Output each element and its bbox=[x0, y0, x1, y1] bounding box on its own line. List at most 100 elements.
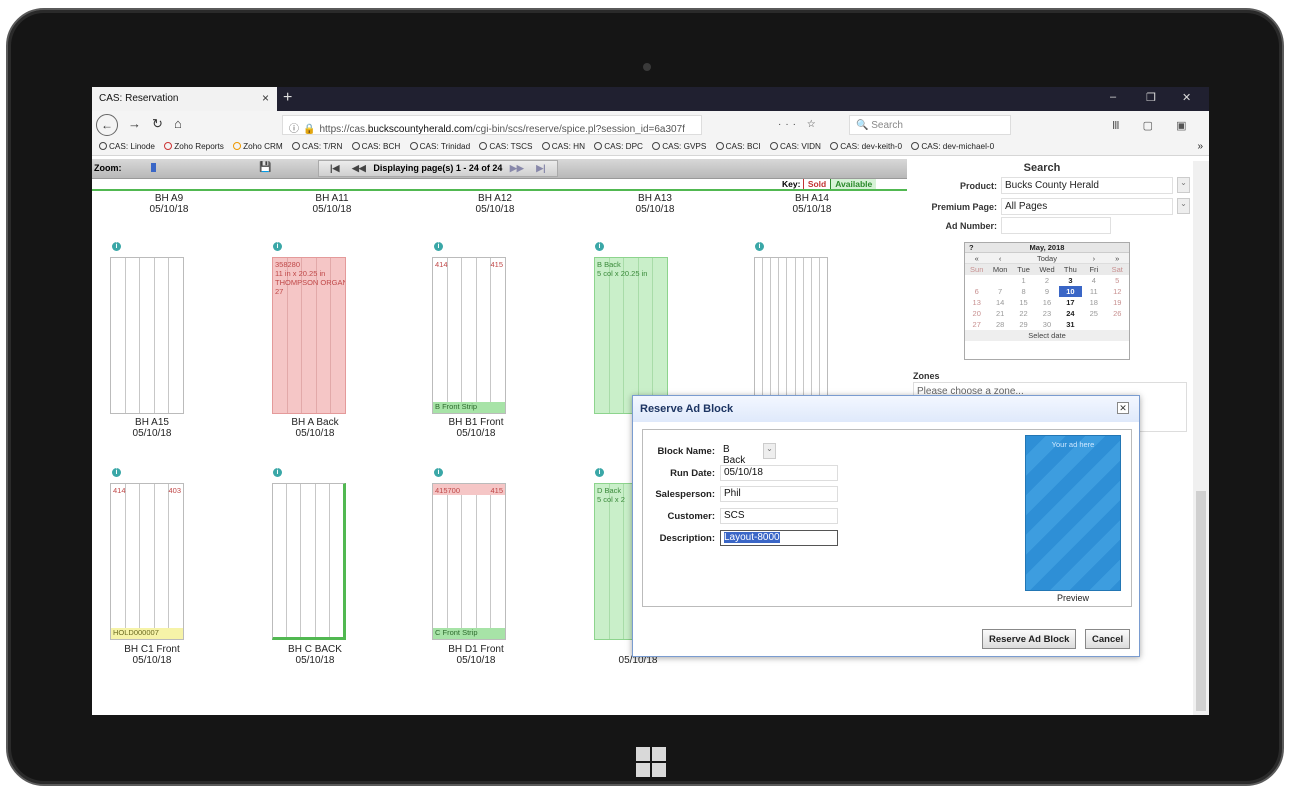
bookmark-item[interactable]: CAS: Trinidad bbox=[409, 142, 470, 151]
calendar-day[interactable]: 28 bbox=[988, 319, 1011, 330]
info-icon[interactable]: i bbox=[595, 468, 604, 477]
bookmark-item[interactable]: CAS: dev-keith-0 bbox=[830, 142, 902, 151]
calendar-day[interactable]: 24 bbox=[1059, 308, 1082, 319]
back-icon[interactable]: ← bbox=[96, 114, 118, 136]
salesperson-input[interactable]: Phil bbox=[720, 486, 838, 502]
page-thumbnail[interactable]: 415700 415 C Front Strip bbox=[432, 483, 506, 640]
bookmarks-overflow-icon[interactable]: » bbox=[1197, 141, 1203, 152]
home-icon[interactable]: ⌂ bbox=[174, 116, 182, 131]
calendar-day[interactable]: 11 bbox=[1082, 286, 1105, 297]
calendar-day[interactable]: 20 bbox=[965, 308, 988, 319]
customer-input[interactable]: SCS bbox=[720, 508, 838, 524]
next-page-button[interactable]: ▶▶ bbox=[510, 163, 524, 174]
reserve-ad-block-button[interactable]: Reserve Ad Block bbox=[982, 629, 1077, 649]
bookmark-item[interactable]: Zoho Reports bbox=[164, 142, 224, 151]
calendar-day[interactable]: 30 bbox=[1035, 319, 1058, 330]
page-thumbnail[interactable]: 414 403 HOLD000007 bbox=[110, 483, 184, 640]
bookmark-item[interactable]: CAS: TSCS bbox=[479, 142, 532, 151]
calendar-day[interactable]: 3 bbox=[1059, 275, 1082, 286]
calendar-day[interactable]: 29 bbox=[1012, 319, 1035, 330]
today-button[interactable]: Today bbox=[1012, 253, 1082, 263]
page-thumbnail[interactable] bbox=[272, 483, 346, 640]
chevron-down-icon[interactable]: ⌄ bbox=[1177, 198, 1190, 214]
calendar-day[interactable]: 10 bbox=[1058, 286, 1083, 297]
bookmark-item[interactable]: CAS: BCI bbox=[715, 142, 761, 151]
info-icon[interactable]: i bbox=[112, 242, 121, 251]
calendar-day[interactable]: 19 bbox=[1106, 297, 1129, 308]
bookmark-item[interactable]: CAS: Linode bbox=[99, 142, 155, 151]
cancel-button[interactable]: Cancel bbox=[1085, 629, 1131, 649]
info-icon[interactable]: i bbox=[273, 242, 282, 251]
bookmark-item[interactable]: Zoho CRM bbox=[233, 142, 283, 151]
calendar-day[interactable]: 25 bbox=[1082, 308, 1105, 319]
window-close-icon[interactable]: ✕ bbox=[1182, 91, 1191, 104]
front-strip[interactable]: B Front Strip bbox=[433, 402, 505, 413]
block-name-value[interactable]: B Back bbox=[720, 443, 756, 466]
calendar-day[interactable]: 27 bbox=[965, 319, 988, 330]
info-icon[interactable]: ⓘ bbox=[289, 124, 299, 134]
calendar-day[interactable]: 12 bbox=[1106, 286, 1129, 297]
calendar-day[interactable]: 22 bbox=[1012, 308, 1035, 319]
close-icon[interactable]: × bbox=[262, 91, 269, 105]
page-thumbnail[interactable] bbox=[110, 257, 184, 414]
calendar-day[interactable]: 14 bbox=[988, 297, 1011, 308]
chevron-down-icon[interactable]: ⌄ bbox=[1177, 177, 1190, 193]
chevron-down-icon[interactable]: ⌄ bbox=[763, 443, 776, 459]
calendar-day[interactable]: 9 bbox=[1035, 286, 1058, 297]
ad-number-input[interactable] bbox=[1001, 217, 1111, 234]
forward-icon[interactable]: → bbox=[128, 116, 141, 131]
bookmark-item[interactable]: CAS: DPC bbox=[594, 142, 643, 151]
page-thumbnail[interactable]: 358280 11 in x 20.25 in THOMPSON ORGAN 2… bbox=[272, 257, 346, 414]
new-tab-icon[interactable]: + bbox=[283, 89, 292, 107]
calendar-day[interactable]: 31 bbox=[1059, 319, 1082, 330]
bookmark-item[interactable]: CAS: BCH bbox=[351, 142, 400, 151]
save-icon[interactable]: 💾 bbox=[259, 162, 271, 173]
menu-icons[interactable]: Ⅲ ▢ ▣ ≡ bbox=[1112, 119, 1209, 132]
page-thumbnail[interactable] bbox=[754, 257, 828, 414]
reload-icon[interactable]: ↻ bbox=[152, 116, 163, 132]
info-icon[interactable]: i bbox=[434, 468, 443, 477]
calendar-day[interactable]: 13 bbox=[965, 297, 988, 308]
calendar-day[interactable]: 18 bbox=[1082, 297, 1105, 308]
last-page-button[interactable]: ▶| bbox=[536, 163, 545, 174]
bookmark-item[interactable]: CAS: VIDN bbox=[769, 142, 821, 151]
info-icon[interactable]: i bbox=[755, 242, 764, 251]
info-icon[interactable]: i bbox=[434, 242, 443, 251]
calendar-day[interactable]: 17 bbox=[1059, 297, 1082, 308]
zoom-slider-handle[interactable] bbox=[151, 163, 156, 172]
search-input[interactable]: 🔍 Search bbox=[849, 115, 1011, 135]
info-icon[interactable]: i bbox=[112, 468, 121, 477]
restore-icon[interactable]: ❐ bbox=[1146, 91, 1156, 104]
url-bar[interactable]: ⓘ 🔒 https://cas.buckscountyherald.com/cgi-… bbox=[282, 115, 702, 135]
info-icon[interactable]: i bbox=[595, 242, 604, 251]
calendar-day[interactable]: 16 bbox=[1035, 297, 1058, 308]
windows-logo-icon[interactable] bbox=[636, 747, 666, 777]
calendar-day[interactable]: 1 bbox=[1012, 275, 1035, 286]
page-actions-icon[interactable]: ··· ☆ bbox=[778, 119, 820, 130]
prev-year-button[interactable]: « bbox=[965, 253, 988, 263]
premium-page-select[interactable]: All Pages bbox=[1001, 198, 1173, 215]
calendar-day[interactable]: 7 bbox=[988, 286, 1011, 297]
info-icon[interactable]: i bbox=[273, 468, 282, 477]
scrollbar[interactable] bbox=[1193, 161, 1209, 715]
calendar-day[interactable]: 5 bbox=[1106, 275, 1129, 286]
page-thumbnail[interactable]: B Back 5 col x 20.25 in bbox=[594, 257, 668, 414]
prev-page-button[interactable]: ◀◀ bbox=[352, 163, 366, 174]
close-icon[interactable]: ✕ bbox=[1117, 402, 1129, 414]
page-thumbnail[interactable]: 414 415 B Front Strip bbox=[432, 257, 506, 414]
first-page-button[interactable]: |◀ bbox=[330, 163, 339, 174]
bookmark-item[interactable]: CAS: GVPS bbox=[652, 142, 706, 151]
minimize-icon[interactable]: – bbox=[1110, 91, 1116, 103]
calendar-day[interactable]: 4 bbox=[1082, 275, 1105, 286]
calendar-day[interactable]: 21 bbox=[988, 308, 1011, 319]
next-month-button[interactable]: › bbox=[1082, 253, 1105, 263]
calendar-day[interactable]: 2 bbox=[1035, 275, 1058, 286]
description-input[interactable]: Layout-8000 bbox=[720, 530, 838, 546]
bookmark-item[interactable]: CAS: dev-michael-0 bbox=[911, 142, 994, 151]
hold-strip[interactable]: HOLD000007 bbox=[111, 628, 183, 639]
calendar-day[interactable]: 6 bbox=[965, 286, 988, 297]
calendar-day[interactable]: 23 bbox=[1035, 308, 1058, 319]
prev-month-button[interactable]: ‹ bbox=[988, 253, 1011, 263]
bookmark-item[interactable]: CAS: T/RN bbox=[292, 142, 342, 151]
product-select[interactable]: Bucks County Herald bbox=[1001, 177, 1173, 194]
